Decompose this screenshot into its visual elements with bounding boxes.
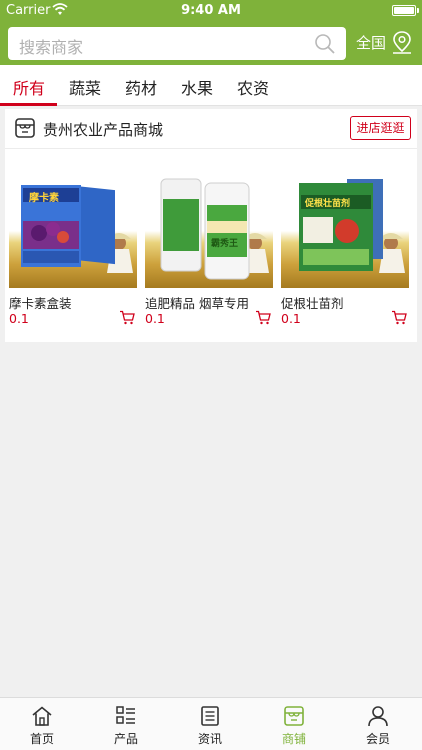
active-tab-indicator: [0, 103, 57, 106]
nav-news[interactable]: 资讯: [168, 698, 252, 750]
product-box-label: 摩卡素: [29, 193, 59, 204]
app-header: Carrier 9:40 AM 搜索商家 全国: [0, 0, 422, 65]
nav-products-label: 产品: [113, 732, 138, 746]
product-card[interactable]: 摩卡素 摩卡素盒装 0.1: [9, 169, 137, 326]
nav-home[interactable]: 首页: [0, 698, 84, 750]
cart-icon[interactable]: [119, 310, 135, 325]
product-box-label: 霸秀王: [211, 239, 239, 249]
location-pin-icon[interactable]: [391, 30, 413, 54]
tab-vegetables[interactable]: 蔬菜: [69, 75, 101, 99]
product-photo: [299, 179, 405, 273]
status-bar: Carrier 9:40 AM: [0, 0, 422, 22]
home-icon: [32, 706, 52, 726]
user-icon: [368, 706, 388, 727]
shop-icon: [284, 706, 304, 726]
status-time: 9:40 AM: [181, 3, 241, 18]
tab-herbs[interactable]: 药材: [125, 75, 157, 99]
shop-name: 贵州农业产品商城: [43, 121, 164, 139]
product-photo: [160, 178, 269, 280]
product-image[interactable]: 摩卡素: [9, 169, 137, 288]
product-price: 0.1: [145, 311, 165, 326]
product-card[interactable]: 霸秀王 追肥精品 烟草专用 0.1: [145, 169, 273, 326]
news-icon: [201, 706, 219, 726]
nav-shops[interactable]: 商铺: [252, 698, 336, 750]
search-input[interactable]: 搜索商家: [8, 27, 346, 60]
product-price: 0.1: [281, 311, 301, 326]
product-card[interactable]: 促根壮苗剂 促根壮苗剂 0.1: [281, 169, 409, 326]
product-image[interactable]: 促根壮苗剂: [281, 169, 409, 288]
product-photo: [21, 185, 133, 273]
cart-icon[interactable]: [255, 310, 271, 325]
product-image[interactable]: 霸秀王: [145, 169, 273, 288]
product-price: 0.1: [9, 311, 29, 326]
nav-home-label: 首页: [29, 732, 54, 746]
visit-shop-button[interactable]: 进店逛逛: [350, 116, 411, 140]
product-box-label: 促根壮苗剂: [305, 199, 351, 209]
search-placeholder: 搜索商家: [19, 38, 84, 57]
nav-member-label: 会员: [365, 732, 390, 746]
grid-list-icon: [116, 706, 135, 724]
tab-all[interactable]: 所有: [13, 75, 45, 99]
region-selector[interactable]: 全国: [356, 32, 386, 53]
nav-products[interactable]: 产品: [84, 698, 168, 750]
category-tabs: 所有 蔬菜 药材 水果 农资: [0, 65, 422, 106]
storefront-icon: [15, 118, 35, 138]
tab-agri-supplies[interactable]: 农资: [237, 75, 269, 99]
nav-shops-label: 商铺: [281, 732, 306, 746]
tab-fruit[interactable]: 水果: [181, 75, 213, 99]
battery-icon: [392, 5, 419, 16]
shop-header[interactable]: 贵州农业产品商城 进店逛逛: [5, 109, 417, 149]
nav-member[interactable]: 会员: [336, 698, 420, 750]
cart-icon[interactable]: [391, 310, 407, 325]
nav-news-label: 资讯: [197, 732, 222, 746]
shop-card: 贵州农业产品商城 进店逛逛 摩卡素 摩卡素盒装 0.1 霸秀王 追肥精品 烟草专…: [5, 109, 417, 342]
bottom-tab-bar: 首页 产品 资讯 商铺 会员: [0, 697, 422, 750]
search-icon[interactable]: [314, 33, 336, 55]
